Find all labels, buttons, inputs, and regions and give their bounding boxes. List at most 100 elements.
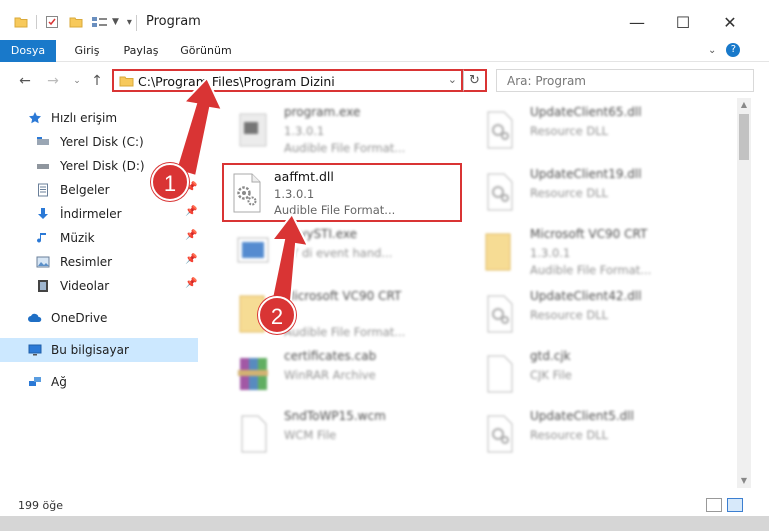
- maximize-button[interactable]: ☐: [668, 8, 698, 36]
- folder-icon: [119, 76, 134, 87]
- nav-item-pictures[interactable]: Resimler 📌: [0, 250, 198, 274]
- nav-item-network[interactable]: Ağ: [0, 370, 198, 394]
- expand-ribbon-icon[interactable]: ⌄: [708, 45, 716, 56]
- step-1-badge: 1: [151, 163, 189, 201]
- nav-item-videos[interactable]: Videolar 📌: [0, 274, 198, 298]
- tab-file[interactable]: Dosya: [0, 40, 56, 62]
- nav-item-this-pc[interactable]: Bu bilgisayar: [0, 338, 198, 362]
- close-button[interactable]: ✕: [715, 8, 745, 36]
- tab-share[interactable]: Paylaş: [118, 40, 164, 62]
- file-type: Audible File Format...: [274, 203, 396, 217]
- scroll-thumb[interactable]: [739, 114, 749, 160]
- pictures-icon: [36, 256, 50, 268]
- folder-icon[interactable]: [14, 15, 28, 29]
- tiles-view-icon[interactable]: [727, 498, 743, 512]
- dll-file-icon: [487, 415, 513, 453]
- minimize-icon: —: [629, 12, 645, 32]
- file-list: program.exe 1.3.0.1 Audible File Format.…: [210, 100, 734, 488]
- nav-label: Yerel Disk (C:): [60, 135, 144, 149]
- file-detail: WinRAR Archive: [284, 368, 376, 382]
- forward-button[interactable]: →: [44, 72, 62, 90]
- file-detail: Audible File Format...: [530, 263, 652, 277]
- nav-label: Ağ: [51, 375, 67, 389]
- new-folder-icon[interactable]: [69, 15, 83, 29]
- customize-toolbar-icon[interactable]: ▾: [127, 17, 132, 28]
- details-view-icon[interactable]: [706, 498, 722, 512]
- file-item[interactable]: UpdateClient65.dll Resource DLL: [468, 100, 708, 158]
- nav-label: İndirmeler: [60, 207, 122, 221]
- nav-quick-access[interactable]: Hızlı erişim: [0, 106, 198, 130]
- nav-label: Bu bilgisayar: [51, 343, 129, 357]
- dll-file-icon: [487, 295, 513, 333]
- file-detail: WCM File: [284, 428, 337, 442]
- tab-view[interactable]: Görünüm: [176, 40, 236, 62]
- scroll-down-icon[interactable]: ▼: [737, 474, 751, 488]
- refresh-button[interactable]: ↻: [463, 69, 487, 92]
- file-detail: CJK File: [530, 368, 572, 382]
- arrow-up-icon: ↑: [91, 73, 103, 89]
- up-button[interactable]: ↑: [88, 72, 106, 90]
- file-detail: Audible File Format...: [284, 325, 406, 339]
- file-item[interactable]: UpdateClient5.dll Resource DLL: [468, 404, 708, 462]
- quick-access-toolbar: ▼ ▾: [14, 12, 132, 32]
- minimize-button[interactable]: —: [622, 8, 652, 36]
- file-name: UpdateClient19.dll: [530, 167, 642, 181]
- file-item[interactable]: gtd.cjk CJK File: [468, 344, 708, 402]
- ribbon-tabs: Dosya Giriş Paylaş Görünüm ⌄ ?: [0, 40, 769, 62]
- nav-label: Resimler: [60, 255, 113, 269]
- chevron-down-icon: ⌄: [73, 76, 81, 86]
- properties-icon[interactable]: [45, 15, 59, 29]
- exe-file-icon: [239, 113, 267, 147]
- chevron-down-icon[interactable]: ▼: [112, 17, 119, 27]
- vertical-scrollbar[interactable]: ▲ ▼: [737, 98, 751, 488]
- nav-label: Yerel Disk (D:): [60, 159, 145, 173]
- file-version: 1.3.0.1: [274, 187, 315, 201]
- nav-item-music[interactable]: Müzik 📌: [0, 226, 198, 250]
- file-item[interactable]: UpdateClient19.dll Resource DLL: [468, 162, 708, 220]
- pin-icon[interactable]: 📌: [185, 254, 197, 265]
- file-detail: Audible File Format...: [284, 141, 406, 155]
- folder-icon: [485, 233, 511, 271]
- file-item[interactable]: bbyySTI.exe BY di event hand...: [222, 222, 462, 280]
- file-name: certificates.cab: [284, 349, 377, 363]
- highlighted-file-item[interactable]: aaffmt.dll 1.3.0.1 Audible File Format..…: [222, 163, 462, 222]
- computer-icon: [28, 344, 42, 356]
- nav-item-local-disk-c[interactable]: Yerel Disk (C:): [0, 130, 198, 154]
- file-detail: Resource DLL: [530, 186, 609, 200]
- nav-item-downloads[interactable]: İndirmeler 📌: [0, 202, 198, 226]
- address-row: ← → ⌄ ↑ C:\Program Files\Program Dizini …: [0, 64, 769, 98]
- pin-icon[interactable]: 📌: [185, 206, 197, 217]
- chevron-down-icon[interactable]: ⌄: [448, 73, 457, 86]
- file-item[interactable]: program.exe 1.3.0.1 Audible File Format.…: [222, 100, 462, 158]
- view-options-icon[interactable]: [91, 15, 109, 29]
- help-icon[interactable]: ?: [726, 43, 741, 57]
- archive-icon: [238, 358, 268, 390]
- scroll-up-icon[interactable]: ▲: [737, 98, 751, 112]
- pin-icon[interactable]: 📌: [185, 230, 197, 241]
- recent-locations-button[interactable]: ⌄: [68, 72, 86, 90]
- search-box[interactable]: Ara: Program: [496, 69, 754, 92]
- nav-item-onedrive[interactable]: OneDrive: [0, 306, 198, 330]
- pin-icon[interactable]: 📌: [185, 278, 197, 289]
- step-2-badge: 2: [258, 296, 296, 334]
- back-button[interactable]: ←: [16, 72, 34, 90]
- explorer-window: ▼ ▾ Program — ☐ ✕ Dosya Giriş Paylaş Gör…: [0, 0, 769, 531]
- file-name: bbyySTI.exe: [284, 227, 358, 241]
- title-divider: [136, 15, 137, 31]
- address-bar[interactable]: C:\Program Files\Program Dizini ⌄: [112, 69, 463, 92]
- status-bar: 199 öğe: [0, 488, 769, 516]
- file-item[interactable]: UpdateClient42.dll Resource DLL: [468, 284, 708, 342]
- file-item[interactable]: Microsoft VC90 CRT 1.3.0.1 Audible File …: [468, 222, 708, 280]
- item-count: 199 öğe: [18, 499, 63, 512]
- file-name: gtd.cjk: [530, 349, 571, 363]
- downloads-icon: [38, 208, 48, 219]
- tab-home[interactable]: Giriş: [64, 40, 110, 62]
- nav-label: Hızlı erişim: [51, 111, 118, 125]
- file-name: UpdateClient42.dll: [530, 289, 642, 303]
- cloud-icon: [28, 313, 42, 322]
- file-item[interactable]: SndToWP15.wcm WCM File: [222, 404, 462, 462]
- nav-label: OneDrive: [51, 311, 108, 325]
- file-detail: 1.3.0.1: [284, 124, 325, 138]
- file-item[interactable]: certificates.cab WinRAR Archive: [222, 344, 462, 402]
- file-name: UpdateClient65.dll: [530, 105, 642, 119]
